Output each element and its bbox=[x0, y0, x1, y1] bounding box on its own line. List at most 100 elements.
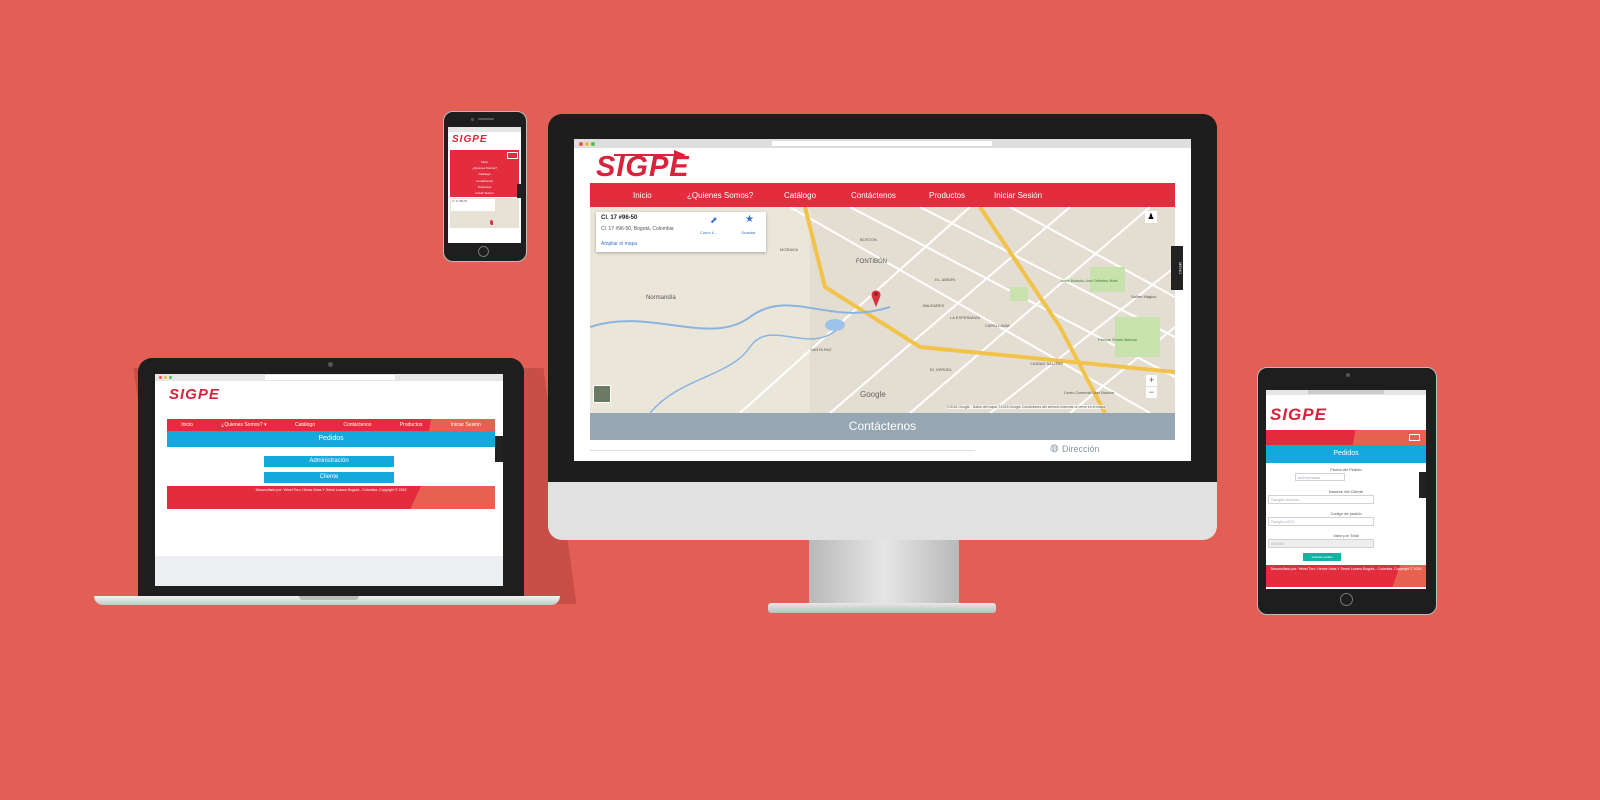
tablet-label-valor: Valor por Total bbox=[1333, 533, 1359, 538]
contact-form-line bbox=[590, 450, 975, 451]
tablet-label-fecha: Fecha del Pedido bbox=[1330, 467, 1362, 472]
laptop-notch bbox=[299, 596, 359, 600]
map-label-jardin-botanico: Jardín Botánico José Celestino Mutis bbox=[1060, 279, 1118, 283]
tablet-pedidos-header: Pedidos bbox=[1266, 445, 1426, 463]
phone-speaker bbox=[478, 118, 494, 120]
side-tab-label: MENÚ bbox=[1178, 262, 1183, 274]
laptop-lid: SIGPE Inicio ¿Quienes Somos? ▾ Catálogo … bbox=[138, 358, 524, 598]
tablet-submit-button[interactable]: Guardar pedido bbox=[1303, 553, 1341, 561]
map-card-address: Cl. 17 #96-50, Bogotá, Colombia bbox=[601, 226, 674, 232]
tablet-home-button[interactable] bbox=[1340, 593, 1353, 606]
tablet-camera bbox=[1346, 373, 1350, 377]
laptop-side-tab[interactable] bbox=[495, 436, 503, 462]
laptop-cliente-button[interactable]: Cliente bbox=[264, 472, 394, 483]
laptop-address-bar[interactable] bbox=[265, 375, 395, 380]
tablet-screen: SIGPE Pedidos Fecha del Pedido dd/mm/aaa… bbox=[1266, 390, 1426, 589]
laptop-nav-catalogo[interactable]: Catálogo bbox=[295, 422, 315, 428]
monitor-nav-quienes[interactable]: ¿Quienes Somos? bbox=[687, 191, 753, 200]
monitor-stand-base bbox=[768, 603, 996, 613]
laptop-footer: Desarrollado por: Yeinel Toro, Héctor Ar… bbox=[167, 486, 495, 509]
phone-body: SIGPE Inicio ¿Quienes Somos? Catálogo Co… bbox=[443, 111, 527, 262]
monitor-nav-productos[interactable]: Productos bbox=[929, 191, 965, 200]
monitor-nav-inicio[interactable]: Inicio bbox=[633, 191, 652, 200]
monitor-stand-neck bbox=[809, 537, 959, 607]
phone-camera bbox=[471, 118, 474, 121]
monitor-bezel: SIGPE Inicio ¿Quienes Somos? Catálogo Co… bbox=[548, 114, 1217, 482]
laptop-camera bbox=[328, 362, 333, 367]
globe-icon: ◍ bbox=[1050, 443, 1059, 454]
monitor-nav-contactenos[interactable]: Contáctenos bbox=[851, 191, 896, 200]
monitor-nav-catalogo[interactable]: Catálogo bbox=[784, 191, 816, 200]
map[interactable]: FONTIBÓN Normandía MORAVIA BOSTON SANTA … bbox=[590, 207, 1175, 413]
tablet-logo[interactable]: SIGPE bbox=[1270, 405, 1327, 425]
laptop-admin-button[interactable]: Administración bbox=[264, 456, 394, 467]
phone-side-tab[interactable] bbox=[517, 184, 521, 198]
tablet-hamburger-icon[interactable] bbox=[1409, 434, 1420, 441]
tablet-navbar bbox=[1266, 430, 1426, 445]
map-label-moravia: MORAVIA bbox=[780, 247, 799, 252]
map-label-gran-estacion: Centro Comercial Gran Estación bbox=[1064, 391, 1115, 395]
map-label-el-vergel: EL VERGEL bbox=[930, 367, 953, 372]
monitor-screen: SIGPE Inicio ¿Quienes Somos? Catálogo Co… bbox=[574, 139, 1191, 461]
map-label-la-esperanza: LA ESPERANZA bbox=[950, 315, 981, 320]
phone-menu: Inicio ¿Quienes Somos? Catálogo Contácte… bbox=[450, 150, 519, 197]
monitor-nav-iniciar-sesion[interactable]: Iniciar Sesión bbox=[994, 191, 1042, 200]
map-label-fontibon: FONTIBÓN bbox=[856, 259, 887, 265]
map-label-baleares: BALEARES bbox=[923, 303, 945, 308]
star-icon[interactable]: ★ bbox=[745, 214, 754, 225]
phone-logo[interactable]: SIGPE bbox=[452, 134, 488, 145]
map-directions-icon[interactable]: ⬈ bbox=[710, 215, 718, 226]
laptop-screen: SIGPE Inicio ¿Quienes Somos? ▾ Catálogo … bbox=[155, 374, 503, 586]
phone-home-button[interactable] bbox=[478, 246, 489, 257]
phone-hamburger-icon[interactable] bbox=[507, 152, 518, 159]
zoom-in-button[interactable]: + bbox=[1146, 375, 1157, 386]
map-attribution: ©2015 Google - Datos del mapa ©2015 Goog… bbox=[947, 405, 1106, 409]
streetview-icon[interactable]: ♟ bbox=[1145, 211, 1157, 223]
tablet-side-tab[interactable] bbox=[1419, 472, 1426, 498]
map-card-title: Cl. 17 #96-50 bbox=[601, 215, 638, 221]
tablet-label-cliente: Nombre del Cliente bbox=[1328, 489, 1364, 494]
tablet-valor-input[interactable]: 000000 bbox=[1268, 539, 1374, 548]
phone-menu-iniciar-sesion[interactable]: Iniciar Sesión bbox=[450, 190, 519, 196]
map-info-card: Cl. 17 #96-50 Cl. 17 #96-50, Bogotá, Col… bbox=[596, 212, 766, 252]
phone-map-pin-icon bbox=[490, 220, 493, 225]
tablet-body: SIGPE Pedidos Fecha del Pedido dd/mm/aaa… bbox=[1257, 367, 1437, 615]
laptop-nav-quienes[interactable]: ¿Quienes Somos? ▾ bbox=[221, 422, 266, 428]
tablet-cliente-input[interactable]: Sangita Nouvee bbox=[1268, 495, 1374, 504]
tablet-address-bar[interactable] bbox=[1308, 390, 1384, 394]
phone-map-card: Cl. 17 #96-50 bbox=[451, 199, 495, 211]
map-save-label[interactable]: Guardar bbox=[741, 230, 756, 235]
map-label-el-jardin: EL JARDÍN bbox=[935, 277, 956, 282]
map-enlarge-link[interactable]: Ampliar el mapa bbox=[601, 241, 637, 247]
tablet-label-codigo: Codigo de pedido bbox=[1330, 511, 1362, 516]
tablet-codigo-input[interactable]: Sangita #010 bbox=[1268, 517, 1374, 526]
laptop-logo[interactable]: SIGPE bbox=[169, 386, 220, 403]
tablet-fecha-input[interactable]: dd/mm/aaaa bbox=[1295, 473, 1345, 481]
map-label-santa-paz: SANTA PAZ bbox=[810, 347, 832, 352]
laptop-navbar: Inicio ¿Quienes Somos? ▾ Catálogo Contác… bbox=[167, 419, 495, 431]
map-pin-icon[interactable] bbox=[871, 289, 881, 307]
zoom-out-button[interactable]: − bbox=[1146, 387, 1157, 398]
monitor-address-bar[interactable] bbox=[772, 141, 992, 146]
phone-map[interactable]: Cl. 17 #96-50 bbox=[450, 198, 519, 228]
map-label-normandia: Normandía bbox=[646, 295, 676, 301]
laptop-footer-text: Desarrollado por: Yeinel Toro, Héctor Ar… bbox=[255, 488, 407, 492]
tablet-browser-bar bbox=[1266, 390, 1426, 395]
laptop-nav-inicio[interactable]: Inicio bbox=[181, 422, 193, 428]
monitor-navbar: Inicio ¿Quienes Somos? Catálogo Contácte… bbox=[590, 183, 1175, 207]
map-label-parque-simon-bolivar: Parque Simón Bolívar bbox=[1098, 337, 1137, 342]
phone-screen: SIGPE Inicio ¿Quienes Somos? Catálogo Co… bbox=[448, 127, 521, 243]
contact-title: Contáctenos bbox=[848, 419, 917, 433]
contact-band: Contáctenos bbox=[590, 413, 1175, 440]
map-directions-label[interactable]: Cómo ll... bbox=[700, 230, 717, 235]
satellite-thumbnail[interactable] bbox=[593, 385, 611, 403]
laptop-nav-contactenos[interactable]: Contáctenos bbox=[343, 422, 371, 428]
map-label-capellania: CAPELLANÍA bbox=[985, 323, 1010, 328]
tablet-footer-text: Desarrollado por: Yeinel Toro, Héctor Ar… bbox=[1270, 567, 1422, 571]
tablet-footer: Desarrollado por: Yeinel Toro, Héctor Ar… bbox=[1266, 565, 1426, 587]
laptop-pedidos-header: Pedidos bbox=[167, 431, 495, 447]
map-label-salitre-magico: Salitre Mágico bbox=[1131, 294, 1157, 299]
monitor-side-tab[interactable]: MENÚ bbox=[1171, 246, 1183, 290]
laptop-nav-productos[interactable]: Productos bbox=[400, 422, 423, 428]
laptop-nav-iniciar-sesion[interactable]: Iniciar Sesión bbox=[451, 422, 481, 428]
